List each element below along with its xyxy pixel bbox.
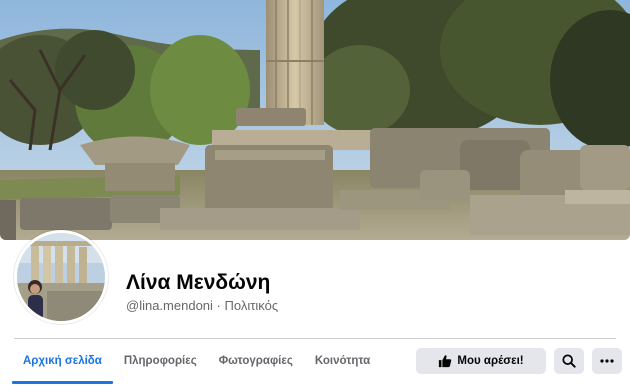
like-button-label: Μου αρέσει! <box>457 355 524 367</box>
cover-photo[interactable] <box>0 0 630 240</box>
tab-about[interactable]: Πληροφορίες <box>113 340 208 382</box>
page-title: Λίνα Μενδώνη <box>126 271 271 294</box>
page-actions: Μου αρέσει! <box>416 348 622 374</box>
header-divider <box>14 338 616 339</box>
profile-tabs: Αρχική σελίδα Πληροφορίες Φωτογραφίες Κο… <box>12 340 381 386</box>
more-dots-icon <box>600 359 614 363</box>
subline-separator: · <box>216 298 221 313</box>
tab-photos[interactable]: Φωτογραφίες <box>208 340 304 382</box>
search-button[interactable] <box>554 348 584 374</box>
profile-category[interactable]: Πολιτικός <box>225 298 279 313</box>
more-options-button[interactable] <box>592 348 622 374</box>
tab-community[interactable]: Κοινότητα <box>304 340 381 382</box>
profile-subline: @lina.mendoni · Πολιτικός <box>126 298 278 313</box>
thumbs-up-icon <box>438 354 452 368</box>
profile-picture[interactable] <box>14 230 108 324</box>
profile-handle: @lina.mendoni <box>126 298 213 313</box>
like-button[interactable]: Μου αρέσει! <box>416 348 546 374</box>
search-icon <box>562 354 576 368</box>
tab-home[interactable]: Αρχική σελίδα <box>12 340 113 384</box>
